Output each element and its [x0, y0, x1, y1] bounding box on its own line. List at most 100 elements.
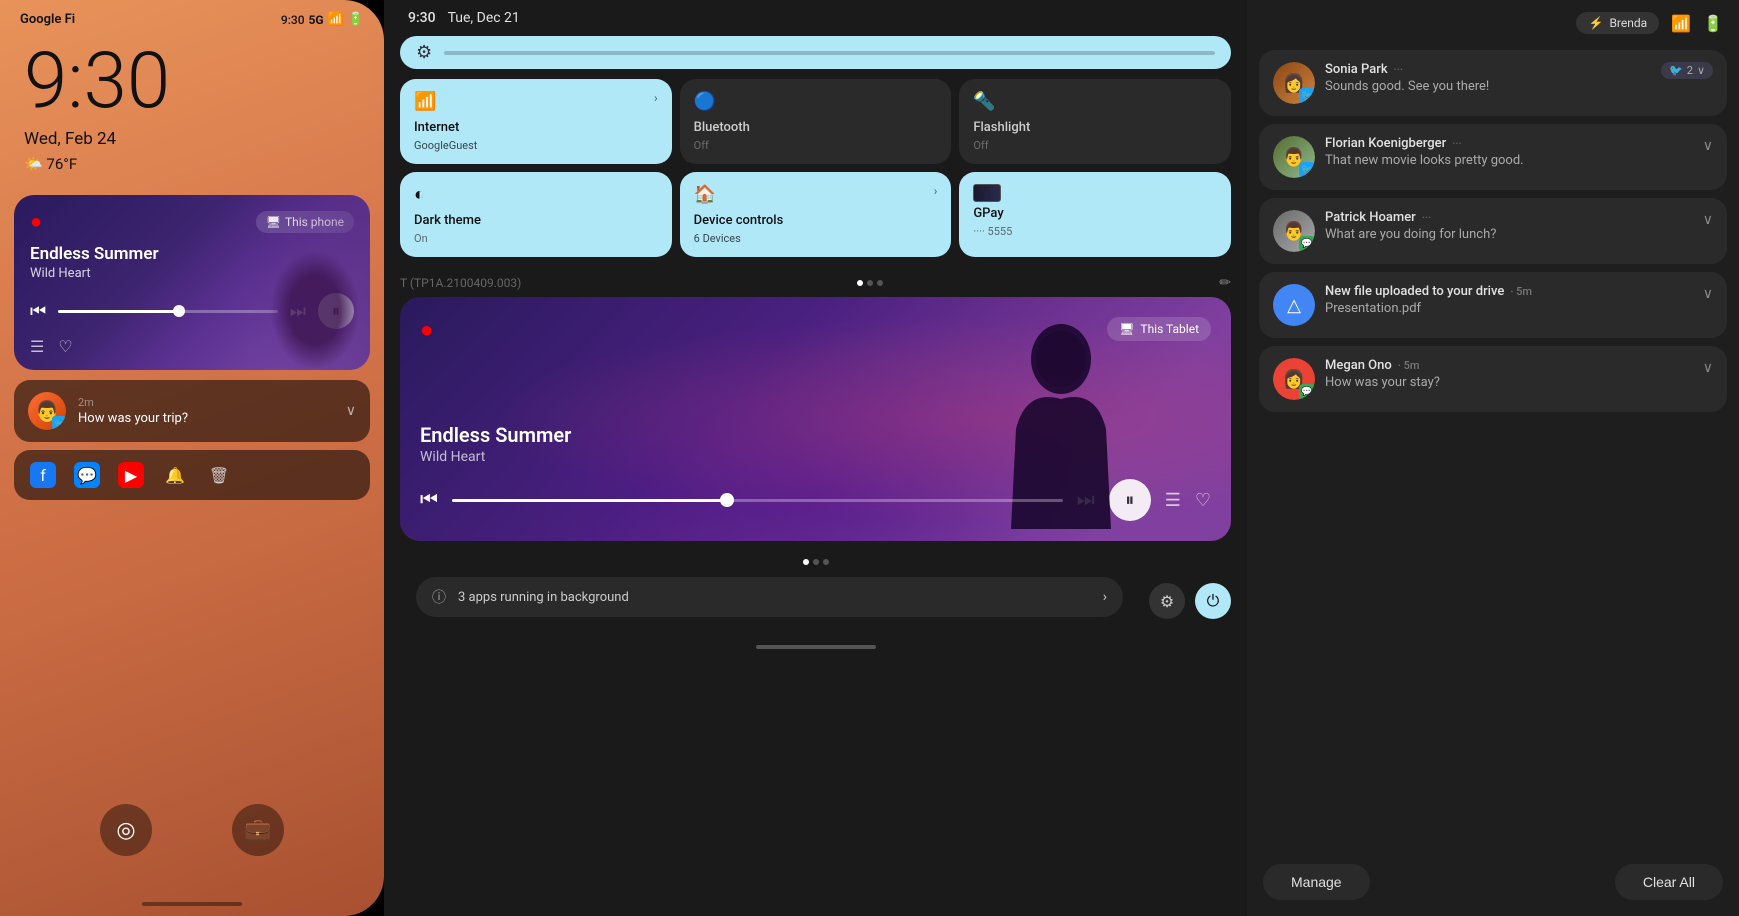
- edit-icon[interactable]: ✏: [1219, 275, 1231, 291]
- tablet-prev-button[interactable]: ⏮: [420, 489, 438, 512]
- phone-notif-sender: 2m: [78, 396, 334, 409]
- facebook-icon[interactable]: f: [30, 462, 56, 488]
- tablet-progress-bar[interactable]: [452, 499, 1063, 502]
- trash-icon[interactable]: 🗑: [206, 462, 232, 488]
- briefcase-button[interactable]: 💼: [232, 804, 284, 856]
- bell-icon[interactable]: 🔔: [162, 462, 188, 488]
- phone-status-right: 9:30 5G 📶 🔋: [281, 12, 364, 27]
- notif-avatar-1: 👩 🐦: [1273, 62, 1315, 104]
- queue-icon[interactable]: ☰: [30, 337, 44, 356]
- expand-chevron-3[interactable]: ∨: [1703, 212, 1713, 228]
- tablet-settings-button[interactable]: ⚙: [1149, 583, 1185, 619]
- notif-body-3: Patrick Hoamer ··· What are you doing fo…: [1325, 210, 1693, 242]
- phone-time-display: 9:30: [0, 35, 384, 121]
- notif-msg-2: That new movie looks pretty good.: [1325, 153, 1693, 168]
- phone-status-bar: Google Fi 9:30 5G 📶 🔋: [0, 0, 384, 35]
- notif-item-5[interactable]: 👩 💬 Megan Ono · 5m How was your stay? ∨: [1259, 346, 1727, 412]
- tablet-home-indicator: [756, 645, 876, 649]
- flashlight-sub: Off: [973, 139, 1217, 152]
- progress-fill: [58, 310, 179, 313]
- dark-theme-icon: ◐: [414, 184, 658, 205]
- page-dot-2: [813, 559, 819, 565]
- page-dot-active: [803, 559, 809, 565]
- device-controls-icon: 🏠: [694, 184, 716, 205]
- internet-icon: 📶: [414, 91, 436, 112]
- phone-music-card[interactable]: ● 🖥 This phone Endless Summer Wild Heart…: [14, 195, 370, 370]
- tablet-power-button[interactable]: ⏻: [1195, 583, 1231, 619]
- notif-expand-icon[interactable]: ∨: [346, 403, 356, 419]
- notif-item-3[interactable]: 👨 💬 Patrick Hoamer ··· What are you doin…: [1259, 198, 1727, 264]
- tablet-music-card[interactable]: ● 🖥 This Tablet Endless Summer Wild Hear…: [400, 297, 1231, 541]
- settings-icon: ⚙: [1160, 592, 1174, 611]
- twitter-badge-2: 🐦: [1299, 162, 1315, 178]
- heart-icon[interactable]: ♡: [58, 337, 72, 356]
- messages-badge-3: 💬: [1299, 236, 1315, 252]
- qs-tile-device-controls[interactable]: 🏠 › Device controls 6 Devices: [680, 172, 952, 257]
- user-pill: ⚡ Brenda: [1576, 12, 1659, 34]
- bluetooth-icon: 🔵: [694, 91, 938, 112]
- device-controls-sub: 6 Devices: [694, 232, 938, 245]
- tablet-progress-thumb[interactable]: [720, 493, 734, 507]
- qs-grid: 📶 › Internet GoogleGuest 🔵 Bluetooth Off…: [400, 79, 1231, 257]
- bg-apps-bar[interactable]: ⓘ 3 apps running in background ›: [416, 577, 1123, 617]
- phone-home-indicator: [142, 902, 242, 906]
- notif-actions-1: 🐦 2 ∨: [1661, 62, 1713, 79]
- messenger-icon[interactable]: 💬: [74, 462, 100, 488]
- info-icon: ⓘ: [432, 587, 446, 607]
- notif-item-2[interactable]: 👨 🐦 Florian Koenigberger ··· That new mo…: [1259, 124, 1727, 190]
- expand-chevron-2[interactable]: ∨: [1703, 138, 1713, 154]
- signal-indicator: 9:30: [281, 13, 305, 27]
- device-controls-label: Device controls: [694, 213, 938, 228]
- tablet-music-content: ● 🖥 This Tablet Endless Summer Wild Hear…: [420, 317, 1211, 521]
- brightness-icon: ⚙: [416, 42, 432, 63]
- quick-settings-panel: ⚙ 📶 › Internet GoogleGuest 🔵 Bluetooth O…: [384, 36, 1247, 269]
- notif-panel-header: ⚡ Brenda 📶 🔋: [1247, 0, 1739, 42]
- dot-2: [867, 280, 873, 286]
- messages-badge-5: 💬: [1299, 384, 1315, 400]
- tablet-figure: [971, 317, 1151, 521]
- notif-item-4[interactable]: △ New file uploaded to your drive · 5m P…: [1259, 272, 1727, 338]
- sender-name-2: Florian Koenigberger: [1325, 136, 1446, 151]
- phone-notif-text: How was your trip?: [78, 411, 334, 426]
- user-name: Brenda: [1609, 16, 1647, 30]
- expand-chevron-5[interactable]: ∨: [1703, 360, 1713, 376]
- flashlight-icon: 🔦: [973, 91, 1217, 112]
- gpay-sub: ···· 5555: [973, 225, 1217, 238]
- fingerprint-button[interactable]: ◎: [100, 804, 152, 856]
- device-controls-arrow[interactable]: ›: [934, 184, 938, 198]
- expand-chevron-4[interactable]: ∨: [1703, 286, 1713, 302]
- notif-time: 2m: [78, 396, 94, 409]
- qs-tile-flashlight[interactable]: 🔦 Flashlight Off: [959, 79, 1231, 164]
- music-figure: [270, 250, 360, 370]
- progress-bar[interactable]: [58, 310, 278, 313]
- tablet-heart-button[interactable]: ♡: [1195, 490, 1211, 511]
- build-row: T (TP1A.2100409.003) ✏: [384, 269, 1247, 297]
- qs-tile-bluetooth[interactable]: 🔵 Bluetooth Off: [680, 79, 952, 164]
- silhouette-svg: [986, 309, 1136, 529]
- notif-item-1[interactable]: 👩 🐦 Sonia Park ··· Sounds good. See you …: [1259, 50, 1727, 116]
- phone-notification-card[interactable]: 👨 🐦 2m How was your trip? ∨: [14, 380, 370, 442]
- brightness-row[interactable]: ⚙: [400, 36, 1231, 69]
- clear-all-button[interactable]: Clear All: [1615, 864, 1723, 900]
- qs-tile-gpay[interactable]: GPay ···· 5555: [959, 172, 1231, 257]
- manage-button[interactable]: Manage: [1263, 864, 1370, 900]
- notif-body-4: New file uploaded to your drive · 5m Pre…: [1325, 284, 1693, 316]
- notif-body-5: Megan Ono · 5m How was your stay?: [1325, 358, 1693, 390]
- qs-tile-internet[interactable]: 📶 › Internet GoogleGuest: [400, 79, 672, 164]
- brightness-slider[interactable]: [444, 51, 1215, 55]
- qs-tile-dark-theme[interactable]: ◐ Dark theme On: [400, 172, 672, 257]
- prev-button[interactable]: ⏮: [30, 301, 46, 322]
- notif-time-4: · 5m: [1510, 285, 1532, 298]
- internet-arrow[interactable]: ›: [654, 91, 658, 105]
- gpay-card-icon: [973, 184, 1001, 202]
- tablet-page-indicator: [384, 553, 1247, 569]
- sender-dots-1: ···: [1394, 63, 1403, 76]
- phone-carrier: Google Fi: [20, 12, 75, 27]
- dot-3: [877, 280, 883, 286]
- tablet-yt-music-icon: ●: [420, 317, 433, 343]
- notification-panel: ⚡ Brenda 📶 🔋 👩 🐦 Sonia Park ··· Sounds g…: [1247, 0, 1739, 916]
- youtube-icon[interactable]: ▶: [118, 462, 144, 488]
- tablet-queue-button[interactable]: ☰: [1165, 490, 1181, 511]
- progress-thumb[interactable]: [173, 305, 185, 317]
- chevron-down-1: ∨: [1697, 64, 1705, 77]
